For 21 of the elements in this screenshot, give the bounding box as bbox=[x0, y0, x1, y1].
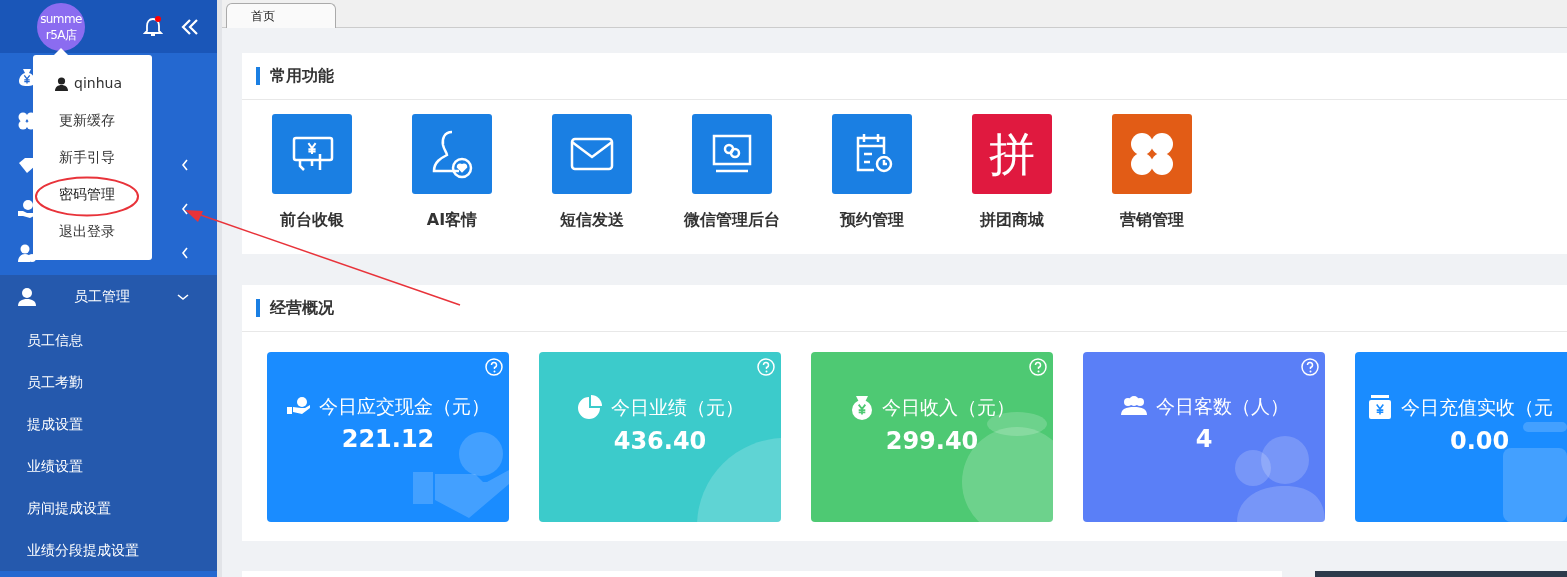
stat-title: 今日客数（人） bbox=[1155, 394, 1289, 418]
stat-title: 今日业绩（元） bbox=[610, 395, 744, 419]
stat-value: 436.40 bbox=[613, 426, 707, 456]
stat-title: 今日应交现金（元） bbox=[318, 394, 490, 418]
stat-title: 今日收入（元） bbox=[881, 395, 1015, 419]
shortcut-label: 微信管理后台 bbox=[684, 210, 780, 230]
shortcut-label: 营销管理 bbox=[1120, 210, 1184, 230]
shortcut-label: AI客情 bbox=[426, 210, 478, 230]
shortcut-label: 短信发送 bbox=[560, 210, 624, 230]
shortcut-label: 预约管理 bbox=[840, 210, 904, 230]
stat-title: 今日充值实收（元 bbox=[1401, 395, 1553, 419]
stat-value: 221.12 bbox=[341, 424, 435, 454]
shortcut-label: 拼团商城 bbox=[980, 210, 1044, 230]
stat-value: 0.00 bbox=[1450, 426, 1510, 456]
section-title: 常用功能 bbox=[270, 65, 334, 87]
menu-label: 员工管理 bbox=[74, 288, 131, 306]
stat-value: 4 bbox=[1195, 424, 1213, 454]
shortcut-label: 前台收银 bbox=[280, 210, 344, 230]
stat-value: 299.40 bbox=[885, 426, 979, 456]
logo-icon: 拼 bbox=[989, 131, 1035, 177]
section-title: 经营概况 bbox=[270, 297, 334, 319]
